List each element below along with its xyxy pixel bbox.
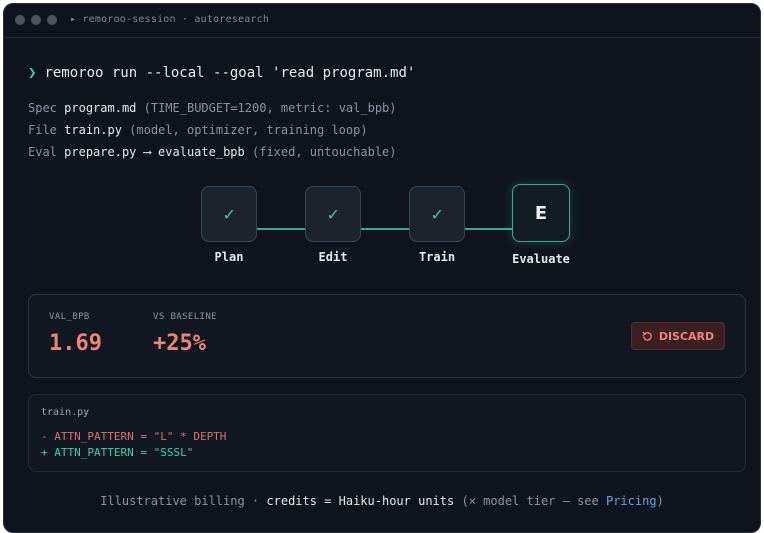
metrics-card: VAL_BPB VS BASELINE 1.69 +25% DISCARD <box>28 294 746 378</box>
rotate-ccw-icon <box>642 331 652 341</box>
info-line-spec: Spec program.md (TIME_BUDGET=1200, metri… <box>28 101 397 115</box>
footer-lead: Illustrative billing · <box>100 494 260 508</box>
baseline-delta-value: +25% <box>153 331 206 356</box>
step-train[interactable]: ✓ <box>409 186 465 242</box>
step-connector <box>463 228 513 230</box>
billing-footer: Illustrative billing · credits = Haiku-h… <box>4 494 760 508</box>
footer-note: (× model tier — see <box>461 494 599 508</box>
info-key: Spec <box>28 101 57 115</box>
info-meta: (TIME_BUDGET=1200, metric: val_bpb) <box>143 101 397 115</box>
step-label-train: Train <box>418 250 456 264</box>
terminal-window: ▸ remoroo-session · autoresearch ❯ remoro… <box>3 3 761 533</box>
info-key: Eval <box>28 145 57 159</box>
step-evaluate-letter: E <box>534 202 548 224</box>
title-bar: ▸ remoroo-session · autoresearch <box>4 4 760 38</box>
footer-close: ) <box>656 494 664 508</box>
step-label-plan: Plan <box>214 250 244 264</box>
command-line: ❯ remoroo run --local --goal 'read progra… <box>28 65 415 81</box>
check-icon: ✓ <box>223 203 235 225</box>
info-meta: (fixed, untouchable) <box>252 145 397 159</box>
command-text: remoroo run --local --goal 'read program… <box>44 65 416 81</box>
step-label-evaluate: Evaluate <box>512 252 570 266</box>
step-connector <box>359 228 410 230</box>
info-value: program.md <box>64 101 137 115</box>
val-bpb-value: 1.69 <box>49 331 102 356</box>
info-value: prepare.py ⟶ evaluate_bpb <box>64 145 245 159</box>
diff-removed-line: - ATTN_PATTERN = "L" * DEPTH <box>41 430 227 443</box>
step-evaluate[interactable]: E <box>512 184 570 242</box>
info-line-file: File train.py (model, optimizer, trainin… <box>28 123 368 137</box>
step-plan[interactable]: ✓ <box>201 186 257 242</box>
step-edit[interactable]: ✓ <box>305 186 361 242</box>
window-close-dot[interactable] <box>15 15 25 25</box>
discard-label: DISCARD <box>658 329 715 343</box>
footer-credits: credits = Haiku-hour units <box>266 494 455 508</box>
window-title: ▸ remoroo-session · autoresearch <box>70 14 270 25</box>
val-bpb-label: VAL_BPB <box>49 312 90 322</box>
window-minimize-dot[interactable] <box>31 15 41 25</box>
info-line-eval: Eval prepare.py ⟶ evaluate_bpb (fixed, u… <box>28 145 397 159</box>
baseline-label: VS BASELINE <box>153 312 218 322</box>
diff-card: train.py - ATTN_PATTERN = "L" * DEPTH + … <box>28 394 746 472</box>
discard-button[interactable]: DISCARD <box>631 322 725 350</box>
check-icon: ✓ <box>431 203 443 225</box>
step-label-edit: Edit <box>318 250 348 264</box>
step-connector <box>255 228 306 230</box>
info-value: train.py <box>64 123 122 137</box>
diff-filename: train.py <box>41 407 90 418</box>
window-maximize-dot[interactable] <box>47 15 57 25</box>
check-icon: ✓ <box>327 203 339 225</box>
info-key: File <box>28 123 57 137</box>
diff-added-line: + ATTN_PATTERN = "SSSL" <box>41 446 194 459</box>
info-meta: (model, optimizer, training loop) <box>129 123 368 137</box>
pricing-link[interactable]: Pricing <box>606 494 657 508</box>
prompt-icon: ❯ <box>28 65 37 81</box>
